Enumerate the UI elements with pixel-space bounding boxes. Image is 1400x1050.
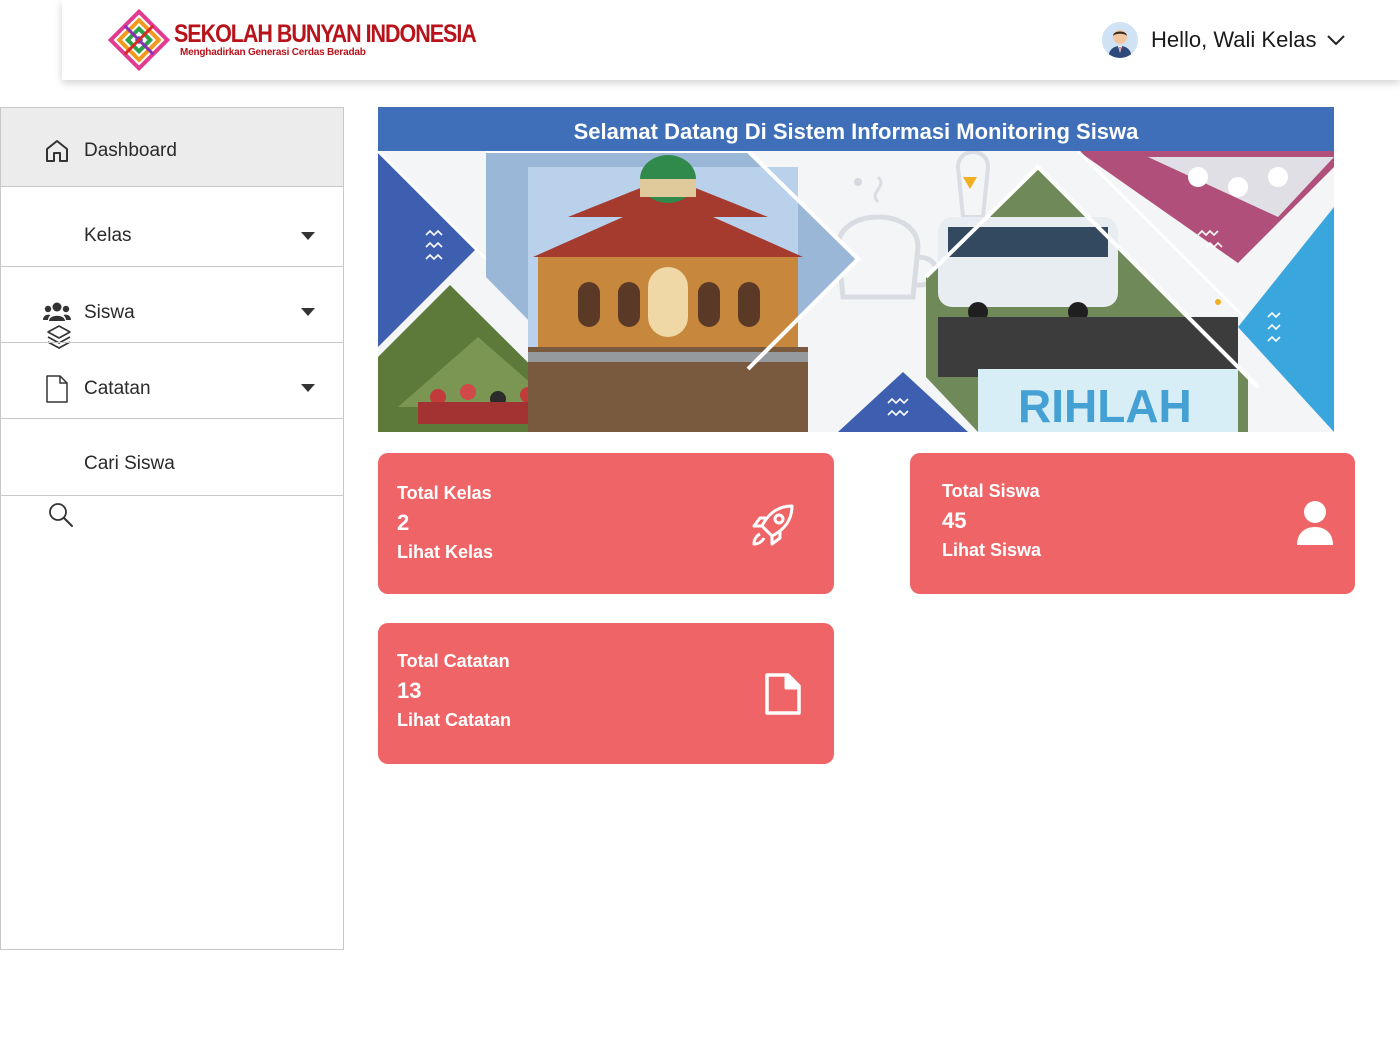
- card-title: Total Siswa: [942, 481, 1040, 501]
- caret-down-icon[interactable]: [301, 308, 315, 316]
- sidebar-item-kelas[interactable]: Kelas: [1, 187, 343, 349]
- sidebar-item-label: Kelas: [84, 225, 132, 246]
- sidebar: Dashboard Kelas Siswa Catatan Cari Siswa: [0, 107, 344, 950]
- user-greeting[interactable]: Hello, Wali Kelas: [1151, 27, 1316, 53]
- lihat-catatan-link[interactable]: Lihat Catatan: [397, 710, 511, 731]
- lihat-siswa-link[interactable]: Lihat Siswa: [942, 540, 1041, 561]
- card-title: Total Kelas: [397, 483, 492, 503]
- card-value: 13: [397, 678, 422, 703]
- sidebar-item-label: Catatan: [84, 378, 151, 399]
- welcome-banner: RIHLAH Selamat Datang Di Sistem Informas…: [378, 107, 1334, 432]
- chevron-down-icon[interactable]: [1326, 34, 1346, 46]
- user-menu[interactable]: Hello, Wali Kelas: [1102, 22, 1346, 58]
- sidebar-item-label: Dashboard: [84, 140, 177, 161]
- banner-title: Selamat Datang Di Sistem Informasi Monit…: [573, 119, 1139, 144]
- sidebar-item-siswa[interactable]: Siswa: [1, 267, 343, 343]
- brand-tagline: Menghadirkan Generasi Cerdas Beradab: [180, 47, 366, 58]
- caret-down-icon[interactable]: [301, 384, 315, 392]
- total-siswa-card[interactable]: Total Siswa 45 Lihat Siswa: [910, 453, 1355, 594]
- banner-title-bar: Selamat Datang Di Sistem Informasi Monit…: [378, 107, 1334, 151]
- sidebar-item-label: Siswa: [84, 302, 135, 323]
- sidebar-item-cari-siswa[interactable]: Cari Siswa: [1, 419, 343, 527]
- total-kelas-card[interactable]: Total Kelas 2 Lihat Kelas: [378, 453, 834, 594]
- file-icon: [765, 673, 801, 715]
- card-value: 45: [942, 508, 967, 533]
- user-icon: [1297, 501, 1333, 545]
- banner-photo-caption: RIHLAH: [1018, 380, 1192, 432]
- total-catatan-card[interactable]: Total Catatan 13 Lihat Catatan: [378, 623, 834, 764]
- top-navbar: SEKOLAH BUNYAN INDONESIA Menghadirkan Ge…: [62, 0, 1400, 80]
- users-icon: [43, 302, 71, 321]
- caret-down-icon[interactable]: [301, 232, 315, 240]
- document-icon: [46, 375, 68, 403]
- sidebar-item-catatan[interactable]: Catatan: [1, 343, 343, 419]
- school-logo[interactable]: [108, 9, 170, 71]
- sidebar-item-label: Cari Siswa: [84, 453, 175, 474]
- rocket-icon: [752, 504, 794, 546]
- card-title: Total Catatan: [397, 651, 510, 671]
- home-icon: [46, 140, 68, 162]
- search-icon[interactable]: [48, 502, 74, 528]
- banner-collage-image: RIHLAH: [378, 149, 1334, 432]
- avatar[interactable]: [1102, 22, 1138, 58]
- card-value: 2: [397, 510, 410, 535]
- sidebar-item-dashboard[interactable]: Dashboard: [1, 108, 343, 187]
- lihat-kelas-link[interactable]: Lihat Kelas: [397, 542, 493, 563]
- user-avatar-icon: [1102, 22, 1138, 58]
- brand-name: SEKOLAH BUNYAN INDONESIA: [174, 20, 477, 48]
